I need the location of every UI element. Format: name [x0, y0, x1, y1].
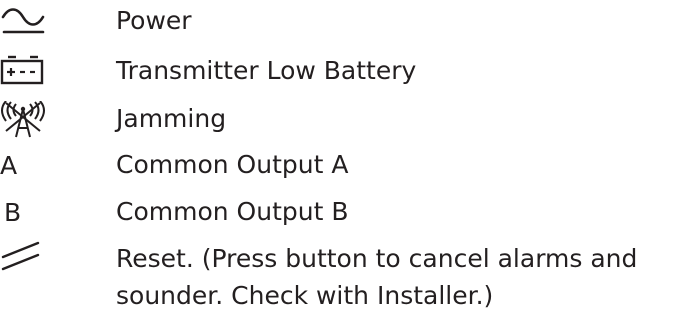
legend-label-output-a: Common Output A [116, 150, 349, 179]
legend-label-output-b: Common Output B [116, 197, 349, 226]
legend-row-reset: Reset. (Press button to cancel alarms an… [0, 237, 687, 311]
legend-label-jamming: Jamming [116, 104, 227, 133]
legend-row-output-a: A Common Output A [0, 143, 687, 189]
symbol-legend: Power Transmitter Low Battery Jamming A … [0, 0, 687, 311]
jamming-antenna-icon [0, 97, 80, 143]
reset-svg [1, 241, 40, 271]
battery-svg [0, 55, 44, 85]
reset-slash-icon [0, 237, 80, 283]
legend-row-battery: Transmitter Low Battery [0, 49, 687, 95]
jamming-svg [1, 101, 45, 138]
legend-row-power: Power [0, 0, 687, 46]
symbol-a: A [0, 151, 18, 180]
legend-label-reset: Reset. (Press button to cancel alarms an… [116, 244, 638, 310]
symbol-b: B [4, 198, 22, 227]
power-wave-icon [0, 0, 80, 46]
battery-icon [0, 49, 80, 95]
legend-row-jamming: Jamming [0, 97, 687, 143]
legend-label-power: Power [116, 6, 192, 35]
legend-row-output-b: B Common Output B [0, 190, 687, 236]
power-wave-svg [1, 8, 45, 34]
legend-label-battery: Transmitter Low Battery [116, 56, 417, 85]
